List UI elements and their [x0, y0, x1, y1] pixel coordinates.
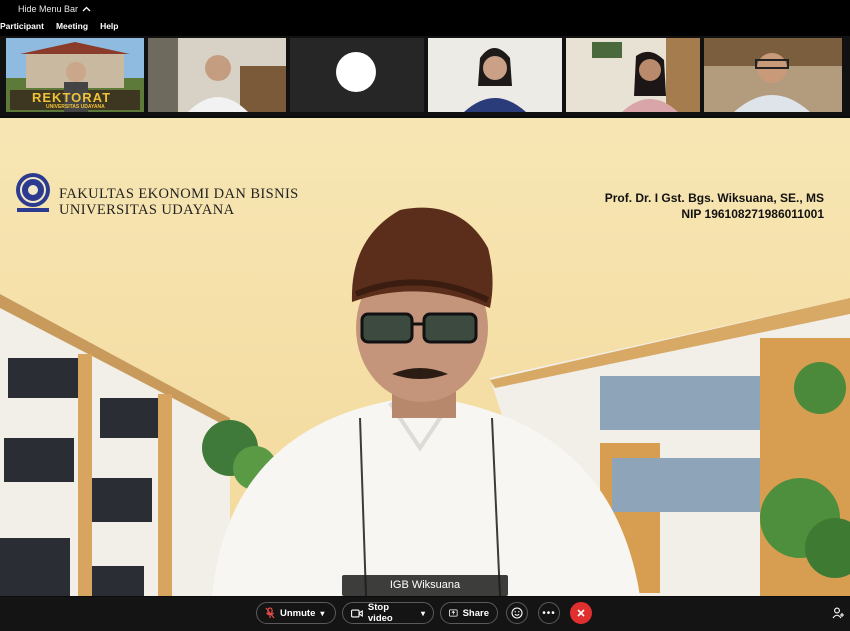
participant-tile-1[interactable]: REKTORAT UNIVERSITAS UDAYANA: [6, 38, 144, 112]
participant-tile-2[interactable]: [148, 38, 286, 112]
chevron-up-icon: [82, 6, 91, 12]
participant-gallery: REKTORAT UNIVERSITAS UDAYANA: [0, 36, 850, 116]
speaker-name-tag: IGB Wiksuana: [342, 575, 508, 596]
more-dots-icon: •••: [542, 607, 556, 619]
participants-icon: [832, 607, 844, 619]
stop-video-button[interactable]: Stop video ▾: [342, 602, 434, 624]
chevron-down-icon[interactable]: ▾: [320, 609, 324, 618]
participant-tile-5[interactable]: [566, 38, 700, 112]
participant-2-video: [148, 38, 286, 112]
menu-items: Participant Meeting Help: [0, 21, 118, 31]
menu-meeting[interactable]: Meeting: [56, 21, 88, 31]
hide-menu-bar-button[interactable]: Hide Menu Bar: [18, 4, 91, 14]
meeting-controls: Unmute ▾ Stop video ▾ Share •••: [0, 597, 850, 631]
avatar: [336, 52, 376, 92]
participant-6-video: [704, 38, 842, 112]
leave-meeting-button[interactable]: [570, 602, 592, 624]
chevron-down-icon[interactable]: ▾: [421, 609, 425, 618]
participant-tile-3[interactable]: [290, 38, 424, 112]
university-logo: [14, 172, 52, 212]
presenter-nip: NIP 196108271986011001: [681, 207, 824, 221]
unmute-label: Unmute: [280, 607, 316, 619]
menu-help[interactable]: Help: [100, 21, 118, 31]
participant-5-video: [566, 38, 700, 112]
participants-panel-button[interactable]: [832, 607, 846, 619]
faculty-line-1: FAKULTAS EKONOMI DAN BISNIS: [59, 186, 299, 202]
faculty-line-2: UNIVERSITAS UDAYANA: [59, 202, 235, 218]
video-camera-icon: [351, 608, 363, 618]
share-screen-icon: [449, 609, 458, 617]
microphone-muted-icon: [265, 607, 275, 619]
stop-video-label: Stop video: [367, 602, 393, 624]
rektorat-banner-sub: UNIVERSITAS UDAYANA: [46, 104, 105, 110]
participant-tile-6[interactable]: [704, 38, 842, 112]
share-label: Share: [462, 607, 489, 619]
participant-tile-4[interactable]: [428, 38, 562, 112]
faculty-title: FAKULTAS EKONOMI DAN BISNIS UNIVERSITAS …: [59, 186, 299, 218]
presenter-name: Prof. Dr. I Gst. Bgs. Wiksuana, SE., MS: [604, 191, 824, 205]
unmute-button[interactable]: Unmute ▾: [256, 602, 336, 624]
hide-menu-label: Hide Menu Bar: [18, 4, 79, 14]
smiley-icon: [511, 607, 523, 619]
participant-4-video: [428, 38, 562, 112]
presenter-info: Prof. Dr. I Gst. Bgs. Wiksuana, SE., MS …: [605, 190, 824, 222]
more-options-button[interactable]: •••: [538, 602, 560, 624]
share-button[interactable]: Share: [440, 602, 498, 624]
close-icon: [577, 609, 585, 617]
reactions-button[interactable]: [506, 602, 528, 624]
menu-participant[interactable]: Participant: [0, 21, 44, 31]
top-menu-bar: Hide Menu Bar Participant Meeting Help: [0, 0, 850, 36]
rektorat-banner: REKTORAT: [32, 90, 112, 105]
